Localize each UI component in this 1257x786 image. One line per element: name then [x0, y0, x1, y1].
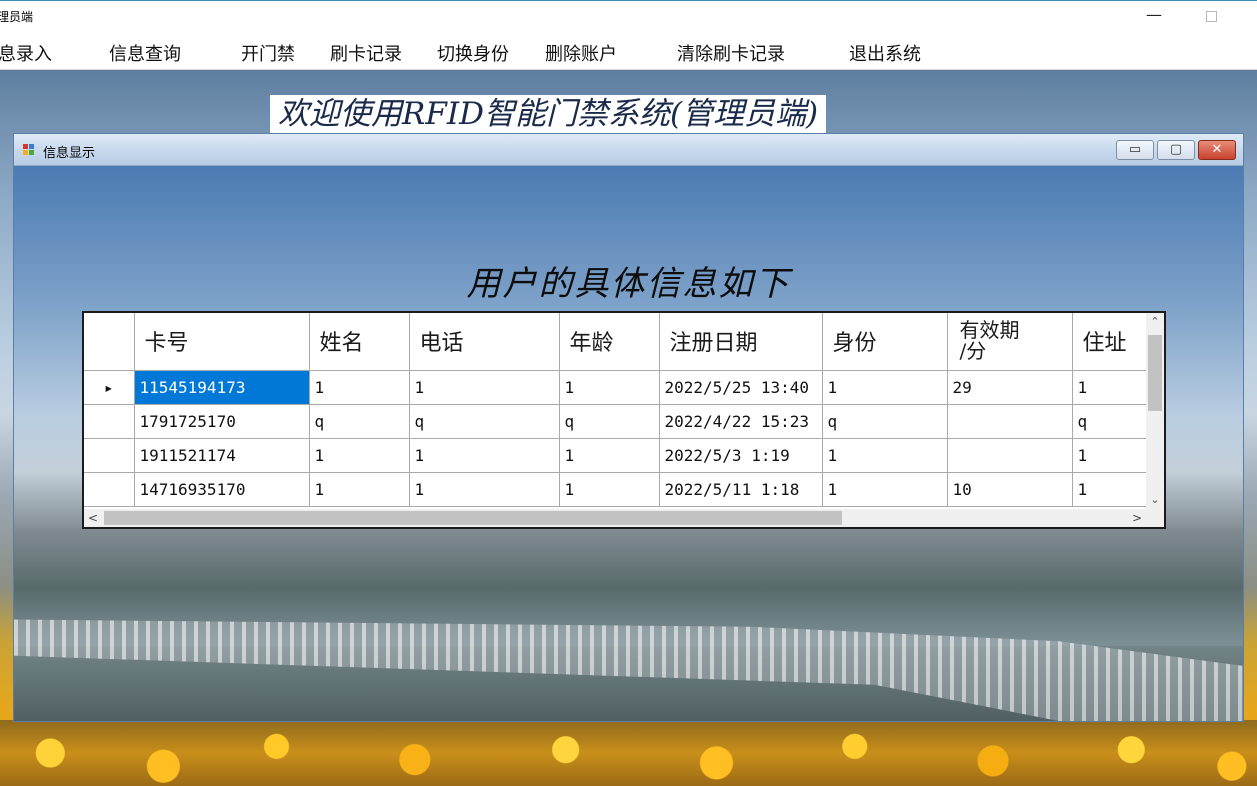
scroll-right-icon[interactable]: >	[1128, 509, 1146, 527]
table-cell[interactable]: 2022/5/11 1:18	[659, 472, 823, 507]
row-header[interactable]	[84, 472, 135, 507]
table-cell[interactable]: q	[1072, 404, 1153, 439]
table-cell[interactable]: 1	[559, 472, 660, 507]
table-cell[interactable]: 1	[409, 438, 560, 473]
row-header[interactable]	[84, 438, 135, 473]
scrollbar-corner	[1146, 509, 1164, 527]
menu-bar: 息录入 信息查询 开门禁 刷卡记录 切换身份 删除账户 清除刷卡记录 退出系统	[0, 32, 1257, 70]
table-cell[interactable]: 1	[309, 438, 410, 473]
child-minimize-button[interactable]: ▭	[1116, 140, 1154, 160]
table-cell[interactable]: 1	[822, 370, 948, 405]
menu-item-delete-account[interactable]: 删除账户	[545, 40, 617, 66]
menu-item-info-query[interactable]: 信息查询	[109, 40, 181, 66]
table-cell[interactable]: 1	[559, 438, 660, 473]
table-cell[interactable]	[947, 438, 1073, 473]
table-cell[interactable]: 10	[947, 472, 1073, 507]
table-cell[interactable]: 1	[309, 472, 410, 507]
child-body: 用户的具体信息如下 卡号 姓名 电话 年龄 注册日期 身份 有效期 /分 住址 …	[14, 166, 1243, 721]
menu-item-info-entry[interactable]: 息录入	[0, 40, 52, 66]
menu-item-clear-records[interactable]: 清除刷卡记录	[677, 40, 785, 66]
table-cell[interactable]: 1	[1072, 438, 1153, 473]
grid-table: 卡号 姓名 电话 年龄 注册日期 身份 有效期 /分 住址 ▸ 11545194…	[84, 313, 1153, 507]
table-cell[interactable]: 2022/5/25 13:40	[659, 370, 823, 405]
welcome-caption: 欢迎使用RFID智能门禁系统(管理员端)	[270, 95, 827, 133]
table-row[interactable]: 14716935170 1 1 1 2022/5/11 1:18 1 10 1	[84, 472, 1153, 507]
table-cell[interactable]: 14716935170	[134, 472, 310, 507]
scroll-down-icon[interactable]: ⌄	[1146, 491, 1164, 509]
user-info-heading: 用户的具体信息如下	[466, 264, 791, 304]
child-title-bar[interactable]: 信息显示 ▭ ▢ ✕	[14, 134, 1243, 166]
table-cell[interactable]: 1	[1072, 370, 1153, 405]
table-cell[interactable]: 1	[822, 438, 948, 473]
table-cell[interactable]: 2022/4/22 15:23	[659, 404, 823, 439]
vertical-scrollbar[interactable]: ⌃ ⌄	[1146, 313, 1164, 509]
table-cell[interactable]	[947, 404, 1073, 439]
horizontal-scrollbar[interactable]: < >	[84, 509, 1164, 527]
menu-item-exit-system[interactable]: 退出系统	[849, 40, 921, 66]
maximize-icon: ▢	[1169, 142, 1183, 157]
column-header-reg-date[interactable]: 注册日期	[659, 313, 823, 371]
info-display-window: 信息显示 ▭ ▢ ✕ 用户的具体信息如下 卡号 姓名 电话 年龄 注册日期 身份…	[13, 133, 1244, 722]
column-header-phone[interactable]: 电话	[409, 313, 560, 371]
table-cell[interactable]: 2022/5/3 1:19	[659, 438, 823, 473]
child-close-button[interactable]: ✕	[1198, 140, 1236, 160]
table-cell[interactable]: q	[559, 404, 660, 439]
horizontal-scroll-thumb[interactable]	[104, 511, 842, 525]
table-cell[interactable]: 1911521174	[134, 438, 310, 473]
table-cell[interactable]: q	[822, 404, 948, 439]
minimize-icon: —	[1146, 5, 1162, 24]
table-row[interactable]: 1791725170 q q q 2022/4/22 15:23 q q	[84, 404, 1153, 439]
child-maximize-button[interactable]: ▢	[1157, 140, 1195, 160]
table-cell[interactable]: 1	[559, 370, 660, 405]
grid-header-row: 卡号 姓名 电话 年龄 注册日期 身份 有效期 /分 住址	[84, 313, 1153, 371]
current-row-icon: ▸	[103, 377, 114, 397]
table-cell[interactable]: 1	[409, 370, 560, 405]
table-cell[interactable]: 1	[822, 472, 948, 507]
main-window-title: 理员端	[0, 10, 34, 24]
table-cell[interactable]: q	[309, 404, 410, 439]
column-header-age[interactable]: 年龄	[559, 313, 660, 371]
column-header-identity[interactable]: 身份	[822, 313, 948, 371]
menu-item-switch-identity[interactable]: 切换身份	[437, 40, 509, 66]
child-window-title: 信息显示	[43, 146, 96, 161]
table-cell[interactable]: 1	[409, 472, 560, 507]
close-icon: ✕	[1211, 142, 1223, 157]
column-header-card-no[interactable]: 卡号	[134, 313, 310, 371]
table-row[interactable]: ▸ 11545194173 1 1 1 2022/5/25 13:40 1 29…	[84, 370, 1153, 405]
column-header-validity[interactable]: 有效期 /分	[947, 313, 1073, 371]
scroll-left-icon[interactable]: <	[84, 509, 102, 527]
table-cell[interactable]: q	[409, 404, 560, 439]
row-header[interactable]	[84, 404, 135, 439]
menu-item-swipe-records[interactable]: 刷卡记录	[330, 40, 402, 66]
table-cell[interactable]: 1	[309, 370, 410, 405]
vertical-scroll-thumb[interactable]	[1148, 335, 1162, 411]
row-header[interactable]: ▸	[84, 370, 135, 405]
minimize-icon: ▭	[1128, 142, 1142, 157]
minimize-button[interactable]: —	[1140, 3, 1168, 29]
table-row[interactable]: 1911521174 1 1 1 2022/5/3 1:19 1 1	[84, 438, 1153, 473]
table-cell[interactable]: 11545194173	[134, 370, 310, 405]
column-header-name[interactable]: 姓名	[309, 313, 410, 371]
column-header-address[interactable]: 住址	[1072, 313, 1153, 371]
table-cell[interactable]: 1	[1072, 472, 1153, 507]
maximize-button[interactable]	[1196, 3, 1224, 29]
main-title-bar: 理员端 —	[0, 0, 1257, 32]
user-info-grid[interactable]: 卡号 姓名 电话 年龄 注册日期 身份 有效期 /分 住址 ▸ 11545194…	[82, 311, 1166, 529]
menu-item-open-door[interactable]: 开门禁	[241, 40, 295, 66]
table-cell[interactable]: 29	[947, 370, 1073, 405]
table-cell[interactable]: 1791725170	[134, 404, 310, 439]
flower-field	[0, 720, 1257, 786]
grid-corner-header	[84, 313, 135, 371]
maximize-icon	[1206, 11, 1217, 22]
form-icon	[23, 144, 35, 156]
scroll-up-icon[interactable]: ⌃	[1146, 313, 1164, 331]
